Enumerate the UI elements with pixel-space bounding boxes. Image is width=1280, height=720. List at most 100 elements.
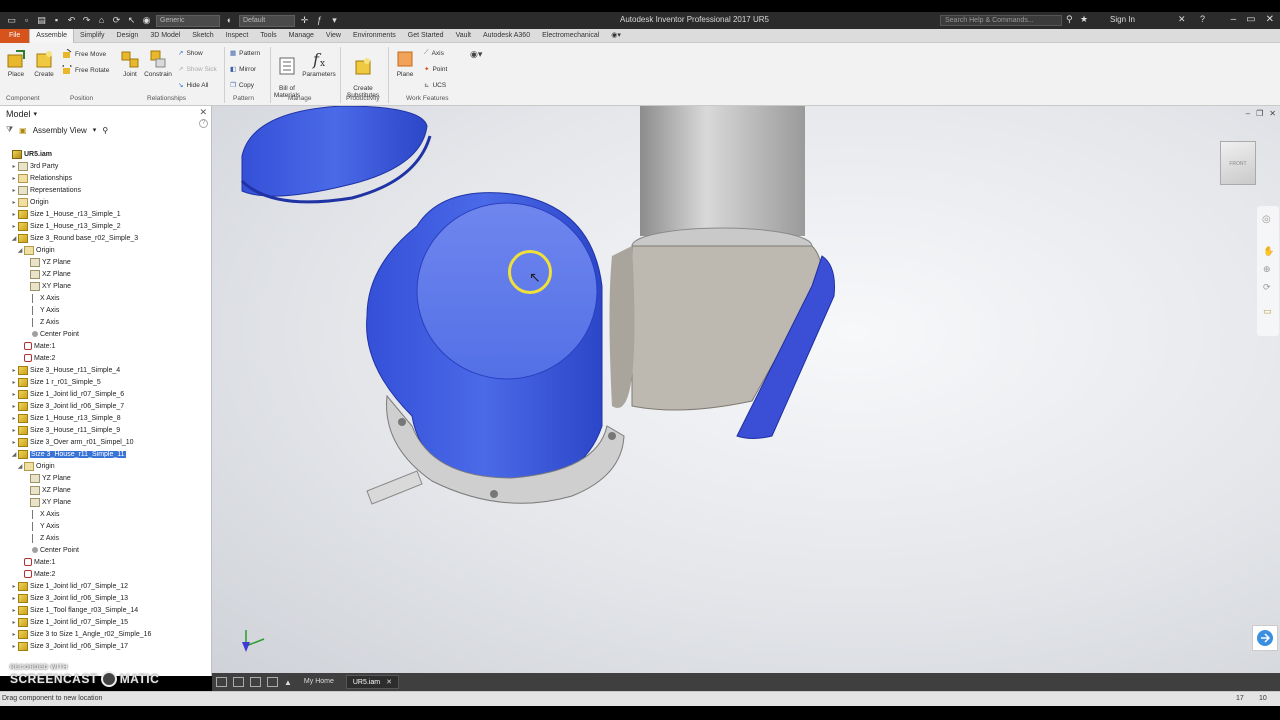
assembly-view-selector[interactable]: Assembly View [33, 126, 87, 135]
tree-node[interactable]: XZ Plane [0, 484, 211, 496]
tree-node[interactable]: X Axis [0, 292, 211, 304]
upper-arm-tube[interactable] [609, 106, 835, 439]
expand-toggle-icon[interactable]: ◢ [16, 247, 24, 254]
panel-label-position[interactable]: Position [70, 95, 93, 102]
tab-view[interactable]: View [320, 29, 347, 43]
find-icon[interactable]: ⚲ [102, 126, 108, 135]
tab-3d-model[interactable]: 3D Model [144, 29, 186, 43]
tree-node[interactable]: Center Point [0, 544, 211, 556]
tree-node[interactable]: X Axis [0, 508, 211, 520]
tab-sketch[interactable]: Sketch [186, 29, 219, 43]
material-combo[interactable]: Default [239, 14, 295, 27]
filter-icon[interactable]: ⧩ [6, 125, 13, 135]
expand-toggle-icon[interactable]: ▸ [10, 619, 18, 626]
tree-node[interactable]: XY Plane [0, 496, 211, 508]
minimize-icon[interactable]: – [1231, 14, 1237, 25]
show-sick-button[interactable]: ↗ Show Sick [178, 65, 217, 74]
open-icon[interactable]: ▤ [36, 15, 47, 26]
tree-node[interactable]: ▸ 3rd Party [0, 160, 211, 172]
expand-toggle-icon[interactable]: ▸ [10, 211, 18, 218]
tree-node[interactable]: ▸ Relationships [0, 172, 211, 184]
tree-node[interactable]: ▸ Size 3_House_r11_Simple_9 [0, 424, 211, 436]
tab-inspect[interactable]: Inspect [220, 29, 255, 43]
panel-label-manage[interactable]: Manage [288, 95, 312, 102]
tree-node[interactable]: Mate:2 [0, 352, 211, 364]
tree-node[interactable]: YZ Plane [0, 472, 211, 484]
chevron-down-icon[interactable]: ▾ [93, 126, 97, 134]
tree-node[interactable]: ▸ Size 3 to Size 1_Angle_r02_Simple_16 [0, 628, 211, 640]
tab-tools[interactable]: Tools [254, 29, 282, 43]
tile-icon[interactable] [233, 677, 244, 687]
tree-node[interactable]: ◢ Size 3_Round base_r02_Simple_3 [0, 232, 211, 244]
look-at-icon[interactable]: ▭ [1263, 306, 1272, 317]
tile-horizontal-icon[interactable] [250, 677, 261, 687]
expand-toggle-icon[interactable]: ◢ [10, 235, 18, 242]
select-icon[interactable]: ↖ [126, 15, 137, 26]
expand-toggle-icon[interactable]: ▸ [10, 223, 18, 230]
expand-toggle-icon[interactable]: ▸ [10, 403, 18, 410]
close-tab-icon[interactable]: ✕ [386, 679, 392, 686]
expand-toggle-icon[interactable]: ▸ [10, 199, 18, 206]
expand-toggle-icon[interactable]: ▸ [10, 415, 18, 422]
mirror-button[interactable]: ◧ Mirror [230, 65, 256, 74]
expand-toggle-icon[interactable]: ▸ [10, 391, 18, 398]
tab-vault[interactable]: Vault [450, 29, 477, 43]
redo-icon[interactable]: ↷ [81, 15, 92, 26]
save-icon[interactable]: ▪ [51, 15, 62, 26]
tree-node[interactable]: UR5.iam [0, 148, 211, 160]
tab-environments[interactable]: Environments [347, 29, 402, 43]
steering-wheel-icon[interactable]: ◎ [1262, 214, 1271, 225]
tree-node[interactable]: ◢ Origin [0, 244, 211, 256]
place-button[interactable]: Place [4, 49, 28, 78]
expand-toggle-icon[interactable]: ▸ [10, 643, 18, 650]
tab-simplify[interactable]: Simplify [74, 29, 111, 43]
tree-node[interactable]: ▸ Size 3_Joint lid_r06_Simple_7 [0, 400, 211, 412]
sign-in-button[interactable]: Sign In [1110, 15, 1135, 24]
tree-node[interactable]: Z Axis [0, 532, 211, 544]
tree-node[interactable]: ◢ Origin [0, 460, 211, 472]
expand-toggle-icon[interactable]: ▸ [10, 187, 18, 194]
parameters-button[interactable]: fx Parameters [302, 49, 336, 78]
tree-node[interactable]: ▸ Size 1_Joint lid_r07_Simple_12 [0, 580, 211, 592]
restore-icon[interactable]: ❐ [1256, 109, 1263, 118]
minimize-icon[interactable]: – [1246, 109, 1250, 118]
expand-toggle-icon[interactable]: ▸ [10, 379, 18, 386]
home-icon[interactable]: ⌂ [96, 15, 107, 26]
tab-design[interactable]: Design [111, 29, 145, 43]
tree-node[interactable]: ▸ Size 3_House_r11_Simple_4 [0, 364, 211, 376]
appearance-icon[interactable]: ◉ [141, 15, 152, 26]
new-icon[interactable]: ▫ [21, 15, 32, 26]
tree-node[interactable]: ▸ Size 3_Joint lid_r06_Simple_17 [0, 640, 211, 652]
tree-node[interactable]: Z Axis [0, 316, 211, 328]
point-button[interactable]: ✦ Point [424, 65, 447, 74]
tree-node[interactable]: ▸ Size 1_Tool flange_r03_Simple_14 [0, 604, 211, 616]
free-rotate-button[interactable]: Free Rotate [62, 65, 109, 75]
exchange-icon[interactable]: ✕ [1178, 14, 1186, 25]
tree-node[interactable]: ▸ Size 1_House_r13_Simple_2 [0, 220, 211, 232]
zoom-icon[interactable]: ⊕ [1263, 264, 1271, 275]
search-input[interactable]: Search Help & Commands... [940, 15, 1062, 26]
graphics-viewport[interactable]: – ❐ ✕ FRONT ◎ ✋ ⊕ ⟳ ▭ ↖ [212, 106, 1280, 673]
cascade-icon[interactable] [216, 677, 227, 687]
tab-my-home[interactable]: My Home [298, 675, 340, 689]
close-icon[interactable]: ✕ [1266, 14, 1274, 25]
app-menu-icon[interactable]: ▭ [6, 15, 17, 26]
update-icon[interactable]: ⟳ [111, 15, 122, 26]
show-button[interactable]: ↗ Show [178, 49, 203, 58]
tree-node[interactable]: Y Axis [0, 520, 211, 532]
star-icon[interactable]: ★ [1080, 14, 1088, 25]
blue-cap-part[interactable] [240, 106, 432, 204]
tab-file[interactable]: File [0, 28, 30, 43]
maximize-icon[interactable]: ▭ [1246, 14, 1255, 25]
tree-node[interactable]: ▸ Size 3_Joint lid_r06_Simple_13 [0, 592, 211, 604]
tab-assemble[interactable]: Assemble [29, 28, 75, 43]
copy-button[interactable]: ❐ Copy [230, 81, 254, 90]
tab-ur5[interactable]: UR5.iam ✕ [345, 675, 399, 689]
expand-toggle-icon[interactable]: ▸ [10, 427, 18, 434]
expand-toggle-icon[interactable]: ▸ [10, 175, 18, 182]
ribbon-options-icon[interactable]: ◉▾ [470, 49, 482, 60]
expand-toggle-icon[interactable]: ▸ [10, 439, 18, 446]
help-icon[interactable]: ? [1200, 14, 1205, 24]
pan-icon[interactable]: ✋ [1263, 246, 1274, 257]
parameters-qa-icon[interactable]: ƒ [314, 15, 325, 26]
